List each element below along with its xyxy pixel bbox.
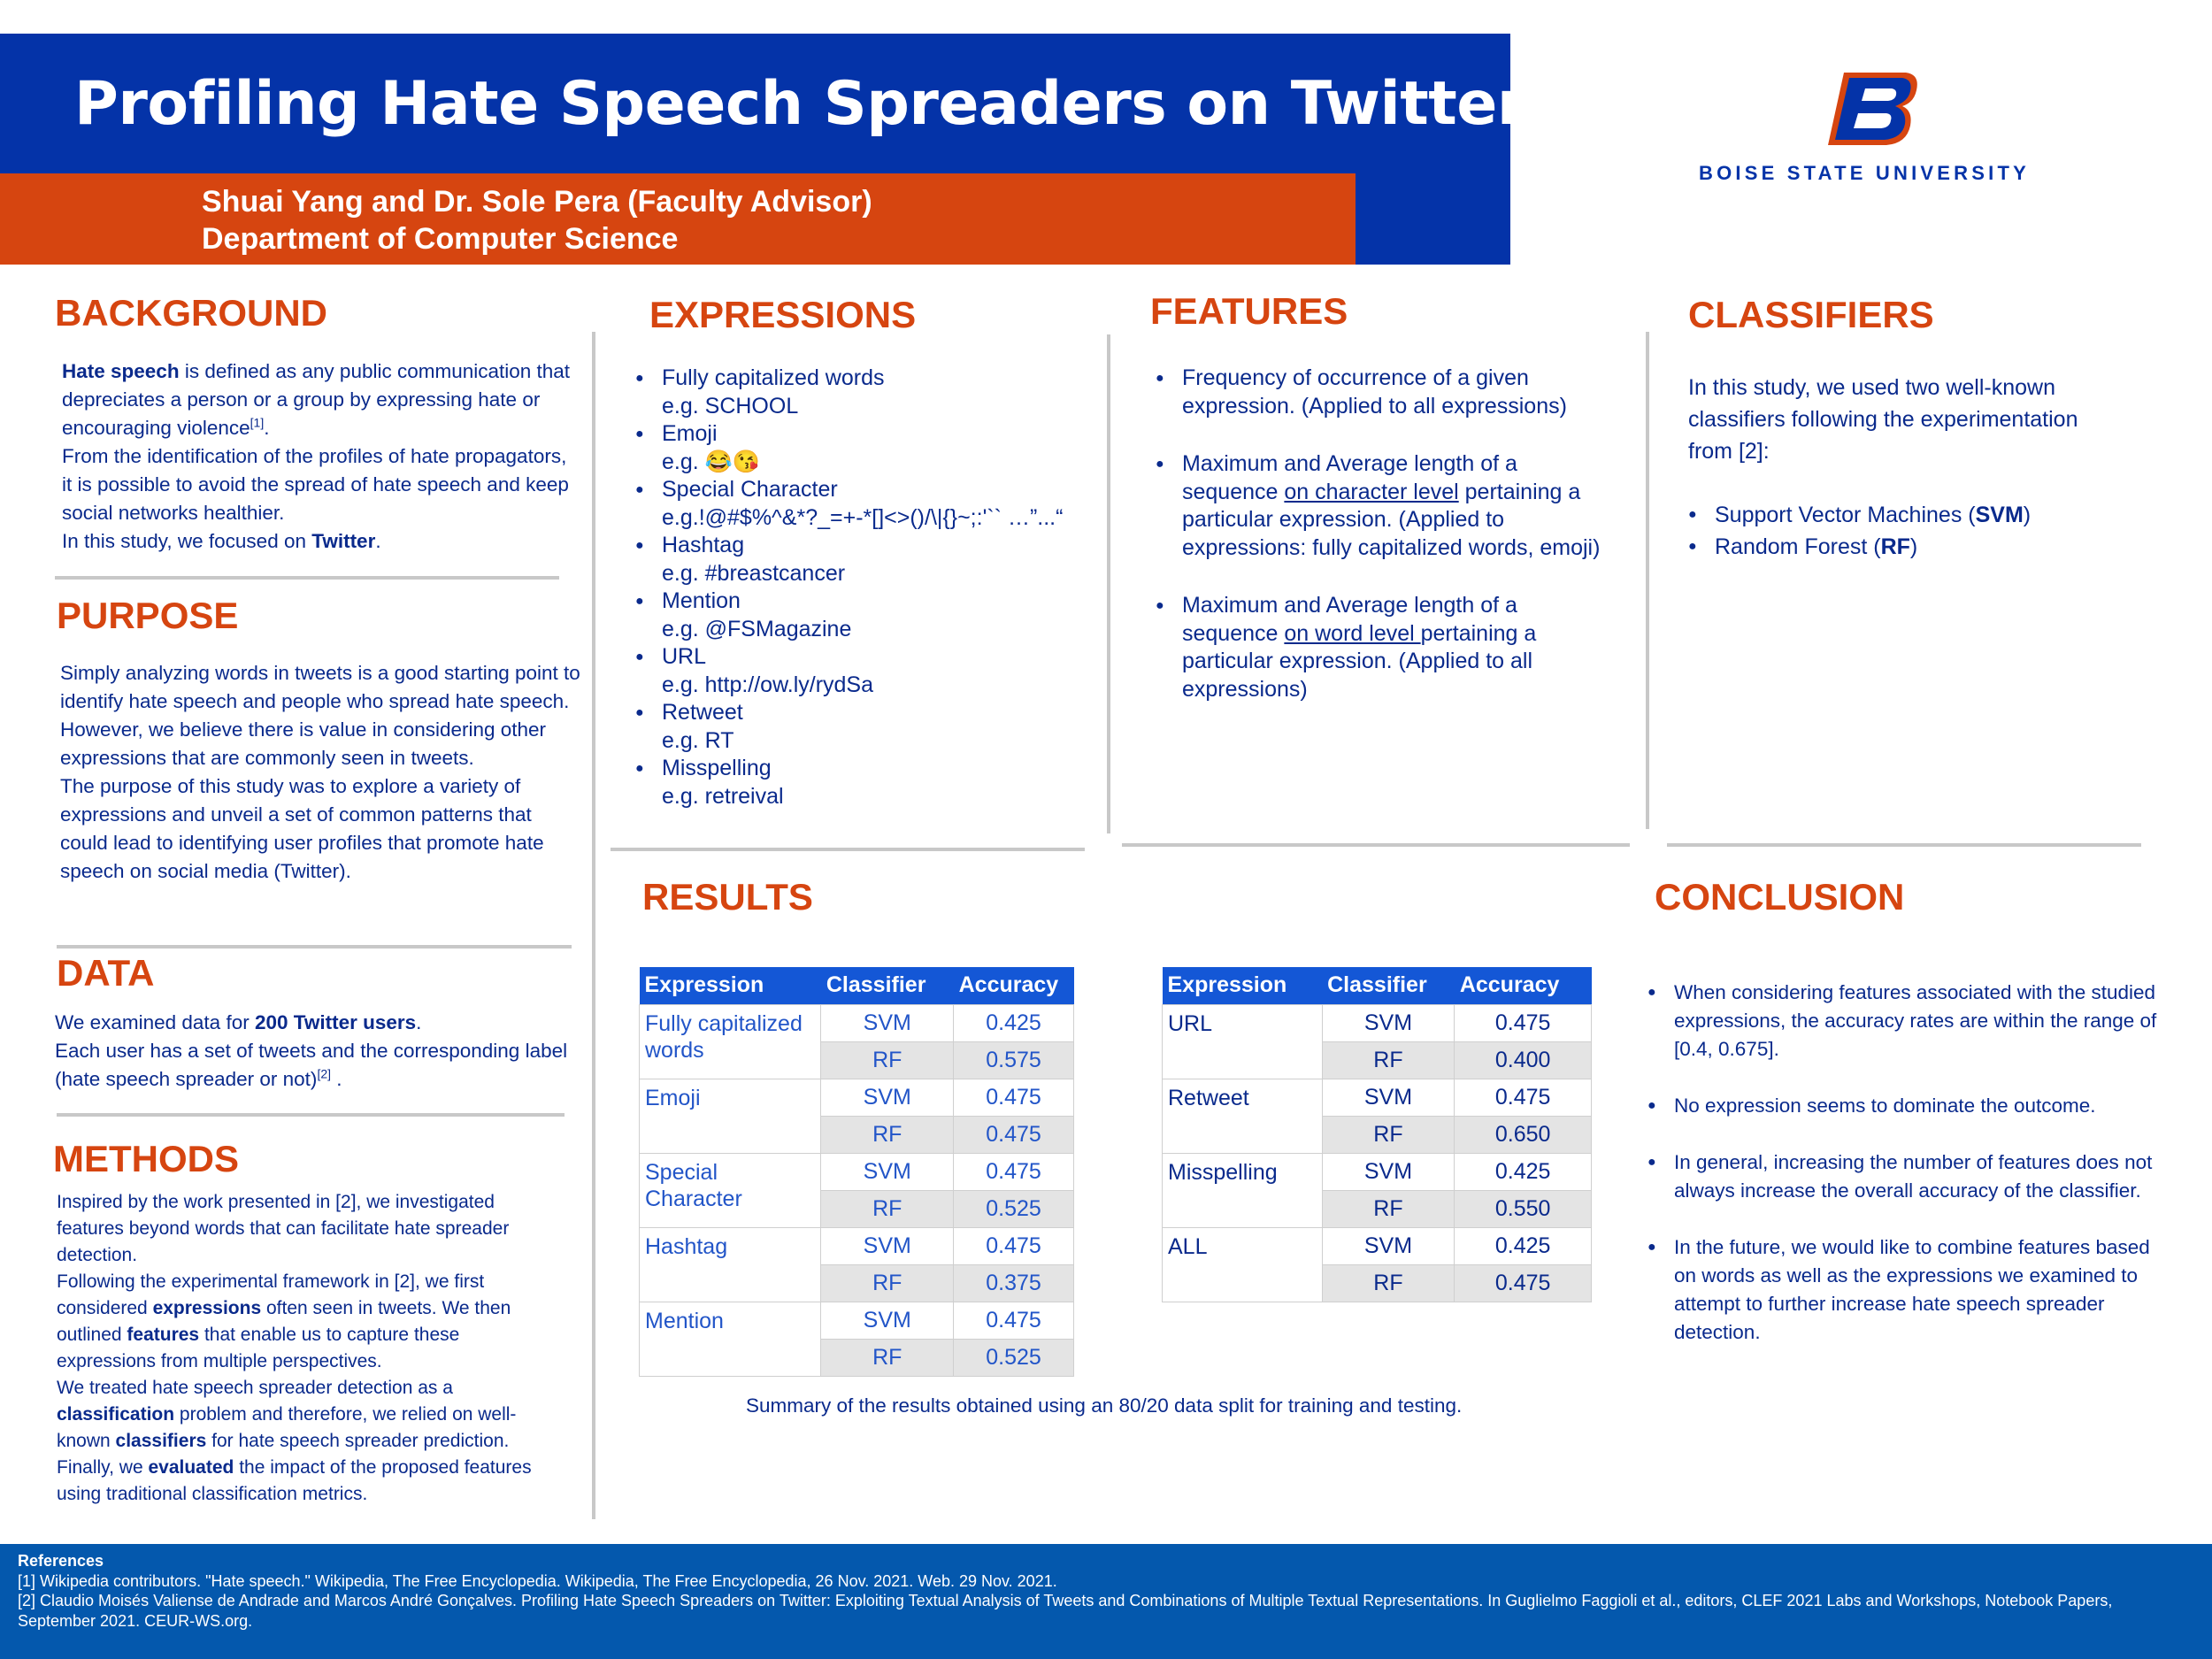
expressions-heading: EXPRESSIONS: [649, 294, 917, 335]
boise-state-logo-icon: [1828, 73, 1917, 145]
department: Department of Computer Science: [202, 222, 679, 256]
divider: [55, 576, 559, 580]
author-block: Shuai Yang and Dr. Sole Pera (Faculty Ad…: [202, 183, 872, 257]
column-header: Classifier: [1322, 967, 1455, 1004]
table-row: Mention SVM 0.475: [638, 1301, 1074, 1377]
references-heading: References: [18, 1552, 104, 1570]
table-row: Fully capitalized words SVM 0.425: [638, 1003, 1074, 1079]
divider: [1667, 843, 2141, 847]
purpose-text: Simply analyzing words in tweets is a go…: [60, 662, 580, 882]
table-row: URL SVM 0.475: [1162, 1003, 1592, 1079]
classifiers-heading: CLASSIFIERS: [1688, 294, 1934, 335]
features-list: Frequency of occurrence of a given expre…: [1156, 365, 1616, 733]
background-heading: BACKGROUND: [55, 292, 327, 334]
list-item: Emojie.g. 😂😘: [635, 420, 1063, 476]
table-row: Special Character SVM 0.475: [638, 1152, 1074, 1228]
divider: [1122, 843, 1630, 847]
list-item: Hashtage.g. #breastcancer: [635, 532, 1063, 588]
list-item: Mentione.g. @FSMagazine: [635, 588, 1063, 643]
list-item: Special Charactere.g.!@#$%^&*?_=+-*[]<>(…: [635, 476, 1063, 532]
classifiers-intro: In this study, we used two well-known cl…: [1688, 375, 2078, 464]
background-text: Hate speech is defined as any public com…: [62, 360, 571, 552]
list-item: URLe.g. http://ow.ly/rydSa: [635, 643, 1063, 699]
table-row: Emoji SVM 0.475: [638, 1078, 1074, 1154]
column-header: Classifier: [820, 967, 954, 1004]
purpose-heading: PURPOSE: [57, 595, 239, 636]
authors: Shuai Yang and Dr. Sole Pera (Faculty Ad…: [202, 185, 872, 219]
table-row: Retweet SVM 0.475: [1162, 1078, 1592, 1154]
expressions-list: Fully capitalized wordse.g. SCHOOL Emoji…: [635, 365, 1063, 810]
poster-title: Profiling Hate Speech Spreaders on Twitt…: [74, 69, 1526, 139]
conclusion-heading: CONCLUSION: [1655, 876, 1905, 918]
column-divider: [592, 332, 595, 1519]
table-row: Hashtag SVM 0.475: [638, 1226, 1074, 1302]
list-item: Random Forest (RF): [1688, 531, 2031, 563]
results-table-2: Expression Classifier Accuracy URL SVM 0.4…: [1162, 967, 1592, 1302]
list-item: Support Vector Machines (SVM): [1688, 499, 2031, 531]
column-header: Accuracy: [953, 967, 1074, 1004]
column-header: Expression: [639, 967, 821, 1004]
list-item: No expression seems to dominate the outc…: [1647, 1092, 2171, 1120]
list-item: In the future, we would like to combine …: [1647, 1233, 2171, 1347]
conclusion-list: When considering features associated wit…: [1647, 979, 2171, 1375]
list-item: Maximum and Average length of a sequence…: [1156, 592, 1616, 703]
list-item: Fully capitalized wordse.g. SCHOOL: [635, 365, 1063, 420]
list-item: Misspellinge.g. retreival: [635, 755, 1063, 810]
table-row: ALL SVM 0.425: [1162, 1226, 1592, 1302]
list-item: Maximum and Average length of a sequence…: [1156, 450, 1616, 562]
classifiers-list: Support Vector Machines (SVM) Random For…: [1688, 499, 2031, 563]
divider: [57, 945, 572, 949]
reference-1: [1] Wikipedia contributors. "Hate speech…: [18, 1571, 1057, 1590]
divider: [611, 848, 1085, 851]
table-row: Misspelling SVM 0.425: [1162, 1152, 1592, 1228]
data-heading: DATA: [57, 952, 155, 994]
methods-text: Inspired by the work presented in [2], w…: [57, 1192, 532, 1504]
column-divider: [1646, 332, 1649, 829]
results-heading: RESULTS: [642, 876, 813, 918]
features-heading: FEATURES: [1150, 290, 1348, 332]
hate-speech-term: Hate speech: [62, 360, 180, 382]
university-name: BOISE STATE UNIVERSITY: [1699, 162, 2030, 184]
list-item: When considering features associated wit…: [1647, 979, 2171, 1064]
references-footer: References [1] Wikipedia contributors. "…: [0, 1544, 2212, 1659]
reference-2: [2] Claudio Moisés Valiense de Andrade a…: [18, 1592, 2113, 1630]
divider: [57, 1113, 565, 1117]
column-header: Expression: [1162, 967, 1323, 1004]
list-item: In general, increasing the number of fea…: [1647, 1148, 2171, 1205]
results-table-1: Expression Classifier Accuracy Fully cap…: [638, 967, 1074, 1377]
methods-heading: METHODS: [53, 1138, 239, 1179]
column-divider: [1107, 334, 1110, 833]
results-caption: Summary of the results obtained using an…: [746, 1394, 1463, 1417]
column-header: Accuracy: [1454, 967, 1592, 1004]
list-item: Frequency of occurrence of a given expre…: [1156, 365, 1616, 420]
list-item: Retweete.g. RT: [635, 699, 1063, 755]
data-text: We examined data for 200 Twitter users. …: [55, 1011, 568, 1090]
